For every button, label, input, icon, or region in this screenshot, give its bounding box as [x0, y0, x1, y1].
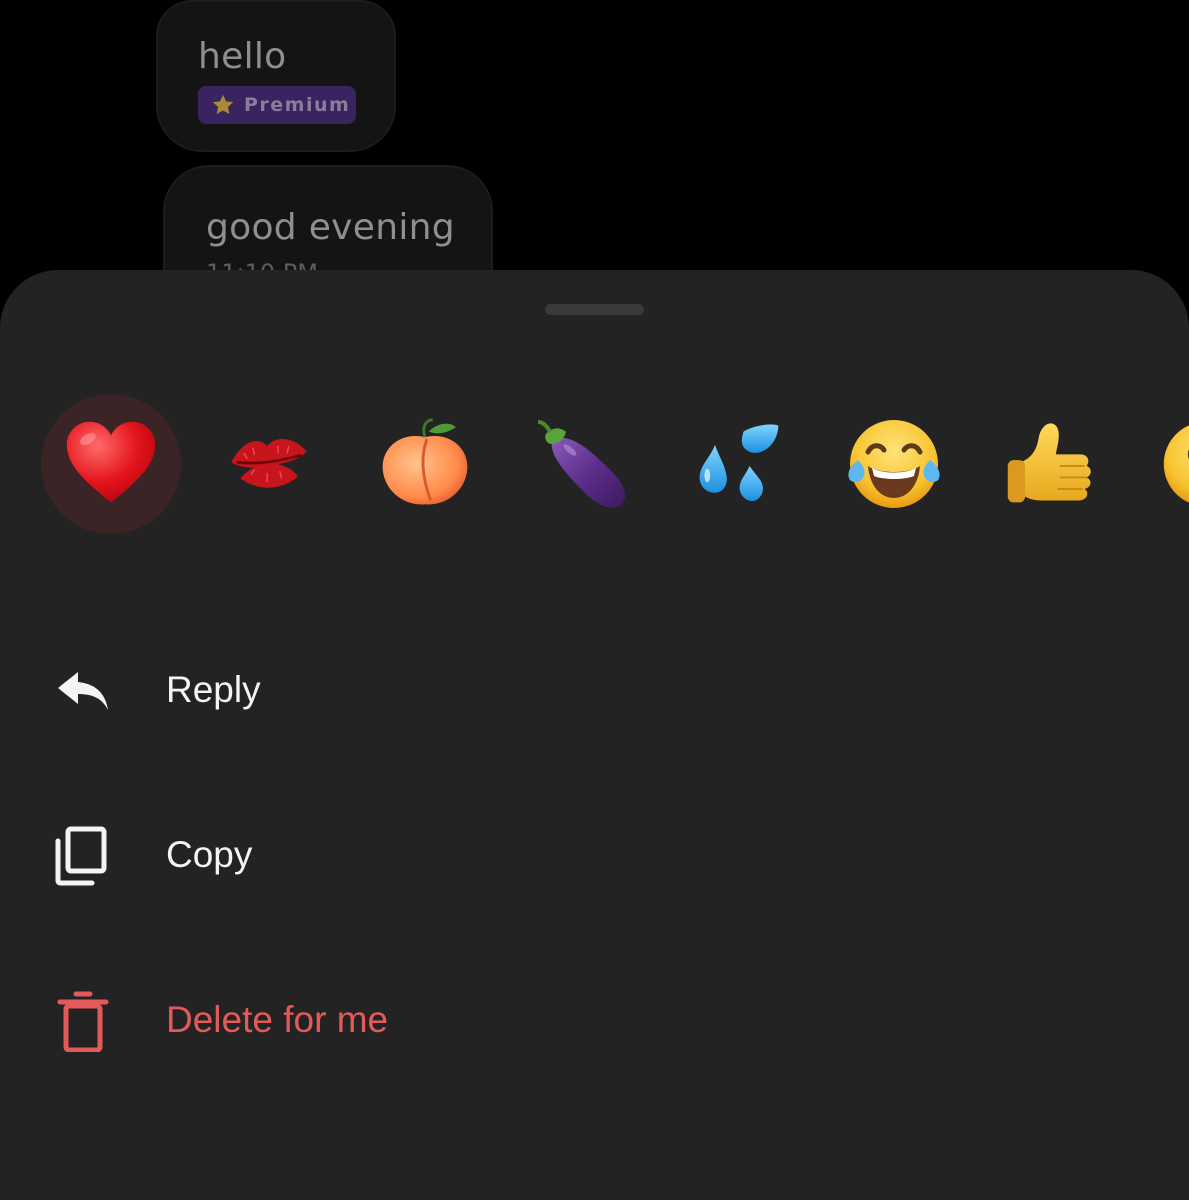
message-actions-sheet: Reply Copy Delete for me [0, 270, 1189, 1200]
reply-label: Reply [166, 669, 261, 710]
trash-icon [57, 991, 109, 1052]
tears-of-joy-emoji-icon [848, 420, 940, 508]
kiss-mark-emoji-icon [231, 439, 307, 488]
premium-badge: Premium [198, 86, 356, 124]
message-bubble[interactable]: hello Premium [156, 0, 396, 152]
eggplant-emoji-icon [537, 420, 626, 508]
message-text: good evening [206, 207, 455, 248]
premium-badge-label: Premium [244, 94, 351, 116]
copy-icon [55, 826, 107, 886]
sheet-drag-handle[interactable] [545, 304, 644, 315]
sweat-droplets-emoji-icon [699, 424, 779, 501]
thumbs-up-emoji-icon [1007, 423, 1091, 503]
reply-action[interactable]: Reply [0, 635, 1189, 745]
reaction-more[interactable] [1136, 394, 1189, 534]
message-text: hello [198, 36, 287, 77]
reaction-thumbs-up[interactable] [980, 394, 1120, 534]
reaction-tears-of-joy[interactable] [824, 394, 964, 534]
reaction-sweat-droplets[interactable] [668, 394, 808, 534]
reaction-heart[interactable] [41, 394, 181, 534]
reply-icon [58, 672, 108, 710]
peach-emoji-icon [382, 418, 468, 505]
reaction-kiss[interactable] [199, 394, 339, 534]
star-icon [212, 94, 234, 115]
screen: hello Premium good evening 11:10 PM [0, 0, 1189, 1200]
delete-for-me-action[interactable]: Delete for me [0, 965, 1189, 1075]
delete-for-me-label: Delete for me [166, 999, 389, 1040]
reaction-bar [0, 394, 1189, 534]
copy-label: Copy [166, 834, 253, 875]
reaction-eggplant[interactable] [512, 394, 652, 534]
copy-action[interactable]: Copy [0, 800, 1189, 910]
partial-face-emoji-icon [1163, 425, 1189, 503]
heart-emoji-icon [66, 421, 156, 503]
reaction-peach[interactable] [355, 394, 495, 534]
